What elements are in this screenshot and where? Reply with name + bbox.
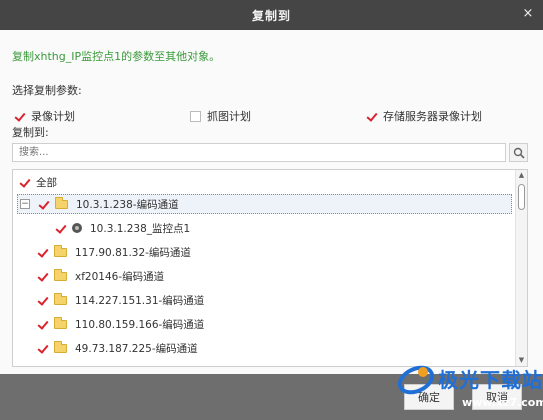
search-button[interactable] [509,143,528,162]
tree-row-camera[interactable]: 10.3.1.238_监控点1 [55,218,190,238]
tree-row-label: xf20146-编码通道 [75,270,165,283]
tree-row-label: 114.227.151.31-编码通道 [75,294,205,307]
tree-root-checkbox[interactable] [19,177,30,188]
option-storage-record-schedule[interactable]: 存储服务器录像计划 [366,108,482,124]
tree-row-folder[interactable]: 49.73.187.225-编码通道 [37,338,198,358]
copy-to-label: 复制到: [12,126,49,139]
tree-row-folder[interactable]: xf20146-编码通道 [37,266,164,286]
capture-schedule-checkbox[interactable] [190,110,201,122]
camera-icon [72,223,82,233]
folder-icon [54,268,67,281]
params-label: 选择复制参数: [12,84,82,97]
option-capture-schedule[interactable]: 抓图计划 [190,108,251,124]
tree-row-checkbox[interactable] [37,271,48,282]
tree-row-label: 110.80.159.166-编码通道 [75,318,205,331]
collapse-toggle[interactable]: − [20,199,30,209]
tree-row-label: 117.90.81.32-编码通道 [75,246,191,259]
tree-scrollbar[interactable]: ▲ ▼ [515,170,527,366]
option-record-schedule[interactable]: 录像计划 [14,108,75,124]
copy-description: 复制xhthg_IP监控点1的参数至其他对象。 [12,50,221,63]
tree-root-label: 全部 [36,176,57,189]
search-icon [513,147,525,159]
tree-row-folder[interactable]: 117.90.81.32-编码通道 [37,242,191,262]
tree-row-folder[interactable]: 114.227.151.31-编码通道 [37,290,204,310]
watermark-url: www.xz7.com [462,396,543,409]
watermark-logo-icon [397,365,435,395]
tree-row-label: 49.73.187.225-编码通道 [75,342,198,355]
folder-icon [54,244,67,257]
scrollbar-thumb[interactable] [518,184,525,210]
tree-row-checkbox[interactable] [55,223,66,234]
tree-row-folder[interactable]: − 10.3.1.238-编码通道 [17,194,512,214]
tree-row-checkbox[interactable] [37,295,48,306]
folder-icon [54,340,67,353]
close-icon[interactable]: × [521,7,535,21]
tree-row-checkbox[interactable] [37,343,48,354]
dialog-titlebar: 复制到 × [0,0,543,30]
record-schedule-checkbox[interactable] [14,111,25,122]
storage-record-schedule-label: 存储服务器录像计划 [383,110,482,123]
tree-row-checkbox[interactable] [37,319,48,330]
dialog-title: 复制到 [251,8,291,23]
tree-row-label: 10.3.1.238_监控点1 [90,222,191,235]
folder-icon [54,292,67,305]
folder-icon [55,196,68,209]
watermark-text: 极光下载站 [438,368,543,392]
search-input[interactable] [12,143,506,162]
tree-root[interactable]: 全部 [19,172,57,192]
tree-row-checkbox[interactable] [38,199,49,210]
target-tree[interactable]: 全部 − 10.3.1.238-编码通道 10.3.1.238_监控点1 117… [12,169,528,367]
record-schedule-label: 录像计划 [31,110,75,123]
storage-record-schedule-checkbox[interactable] [366,111,377,122]
tree-row-label: 10.3.1.238-编码通道 [76,198,179,211]
tree-row-checkbox[interactable] [37,247,48,258]
dialog-body: 复制xhthg_IP监控点1的参数至其他对象。 选择复制参数: 录像计划 抓图计… [0,30,543,374]
folder-icon [54,316,67,329]
scroll-up-icon[interactable]: ▲ [516,170,527,181]
tree-row-folder[interactable]: 110.80.159.166-编码通道 [37,314,204,334]
capture-schedule-label: 抓图计划 [207,110,251,123]
